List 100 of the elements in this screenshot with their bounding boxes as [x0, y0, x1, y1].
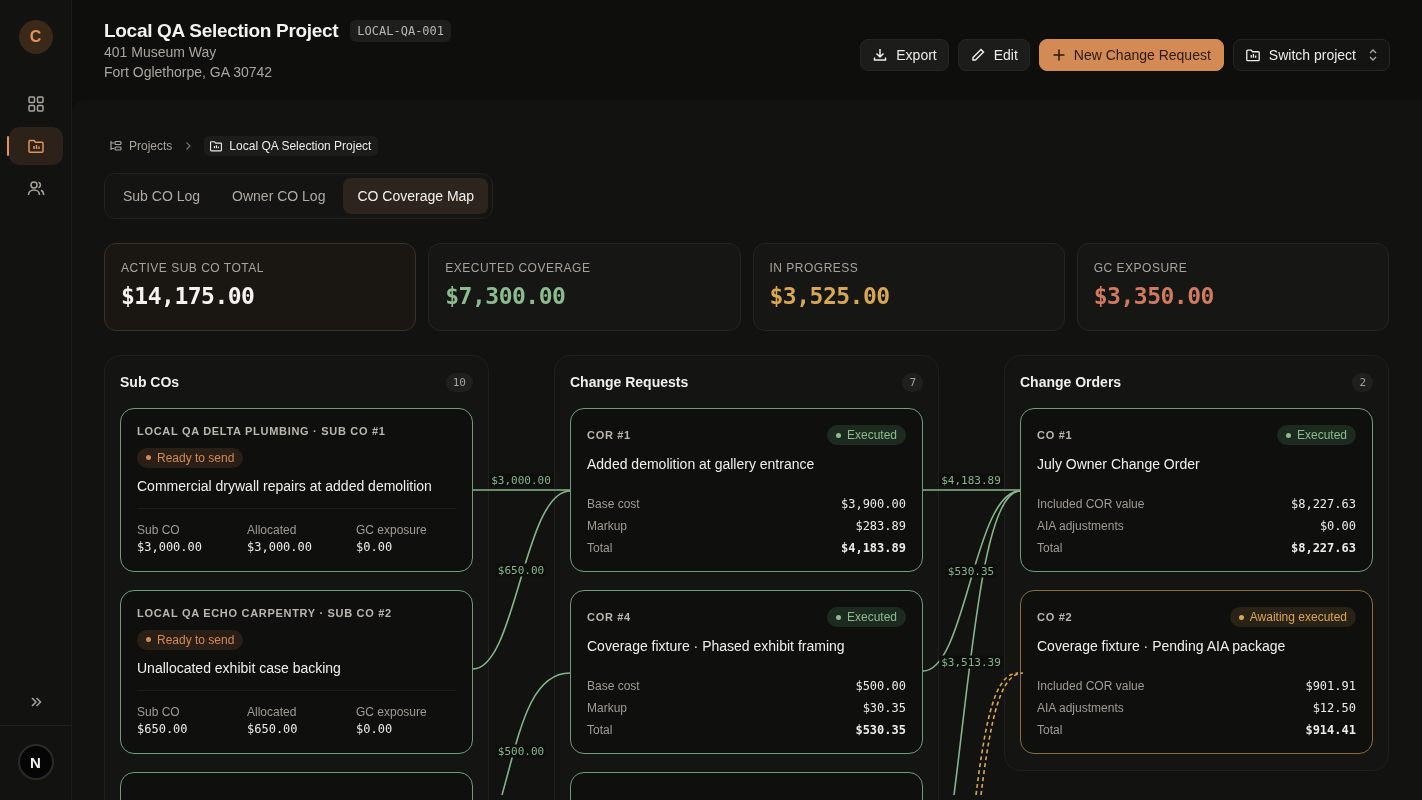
stat-value: $3,525.00 [769, 283, 891, 309]
figure-label: GC exposure [356, 522, 428, 537]
project-title: Local QA Selection Project [104, 20, 339, 42]
switch-project-button[interactable]: Switch project [1232, 39, 1390, 71]
figure-label: Sub CO [137, 704, 181, 719]
stat-label: EXECUTED COVERAGE [445, 261, 592, 275]
column-title: Change Requests [570, 374, 689, 390]
tab[interactable]: Owner CO Log [218, 178, 340, 214]
tab[interactable]: CO Coverage Map [343, 178, 489, 214]
tree-icon [109, 139, 123, 153]
amount-label: $4,183.89 [939, 473, 1003, 487]
figure-label: GC exposure [356, 704, 428, 719]
item-card[interactable]: LOCAL QA DELTA PLUMBING · SUB CO #1 Ready to send Commercial drywall repairs at added demolition Sub CO $3,000.00 Allocated $3,000.00 GC exposure $0.00 [120, 408, 473, 572]
status-badge: Executed [826, 607, 906, 627]
figure-value: $8,227.63 [1290, 497, 1356, 511]
card-title: Coverage fixture · Phased exhibit framing [587, 638, 846, 654]
figure-label: Base cost [587, 497, 640, 511]
figure-label: AIA adjustments [1037, 701, 1124, 715]
figure-value: $0.00 [356, 721, 394, 736]
item-card[interactable]: COR #1 Executed Added demolition at gallery entrance Base cost $3,900.00 Markup $283.89 Total $4,183.89 [570, 408, 923, 572]
folder-icon [209, 139, 224, 153]
plus-icon [1051, 48, 1066, 62]
nav-item[interactable] [8, 127, 63, 165]
figure-label: Allocated [247, 704, 298, 719]
figure-label: Total [587, 541, 613, 555]
figure-label: Base cost [587, 679, 640, 693]
card-heading: LOCAL QA ECHO CARPENTRY · SUB CO #2 [137, 607, 393, 619]
card-heading: COR #4 [587, 611, 631, 623]
stat-label: ACTIVE SUB CO TOTAL [121, 261, 265, 275]
stat-label: IN PROGRESS [769, 261, 860, 275]
folder-icon [1244, 47, 1261, 63]
amount-label: $500.00 [495, 744, 547, 758]
card-heading: CO #1 [1037, 429, 1073, 441]
figure-label: Markup [587, 701, 627, 715]
figure-label: Total [1037, 723, 1063, 737]
account-avatar[interactable]: C [18, 20, 53, 54]
edit-button[interactable]: Edit [957, 39, 1030, 71]
card-title: Added demolition at gallery entrance [587, 456, 816, 472]
status-badge: Ready to send [137, 447, 244, 468]
figure-value: $283.89 [855, 519, 906, 533]
status-badge: Executed [1276, 425, 1356, 445]
figure-value: $901.91 [1305, 679, 1356, 693]
figure-label: Markup [587, 519, 627, 533]
status-badge: Ready to send [137, 629, 244, 650]
figure-value: $650.00 [137, 721, 189, 736]
card-heading: LOCAL QA DELTA PLUMBING · SUB CO #1 [137, 425, 387, 437]
export-button[interactable]: Export [860, 39, 949, 71]
card-title: Commercial drywall repairs at added demolition [137, 477, 433, 494]
address-line: Fort Oglethorpe, GA 30742 [104, 63, 274, 82]
figure-value: $914.41 [1305, 723, 1356, 737]
column-title: Change Orders [1020, 374, 1122, 390]
item-card[interactable]: COR #4 Executed Coverage fixture · Phased exhibit framing Base cost $500.00 Markup $30.35 Total $530.35 [570, 590, 923, 754]
card-heading: CO #2 [1037, 611, 1073, 623]
item-card[interactable]: CO #2 Awaiting executed Coverage fixture · Pending AIA package Included COR value $901.91 AIA adjustments $12.50 Total $914.41 [1020, 590, 1373, 754]
status-badge: Awaiting executed [1229, 607, 1356, 627]
tab[interactable]: Sub CO Log [109, 178, 215, 214]
grid-icon [26, 95, 45, 113]
figure-value: $0.00 [356, 539, 394, 554]
count-badge: 2 [1352, 372, 1373, 392]
card-title: Coverage fixture · Pending AIA package [1037, 638, 1287, 654]
card-title: July Owner Change Order [1037, 456, 1201, 472]
stat-value: $14,175.00 [121, 283, 256, 309]
figure-label: Included COR value [1037, 497, 1145, 511]
figure-value: $3,000.00 [247, 539, 314, 554]
figure-label: Total [1037, 541, 1063, 555]
column-title: Sub COs [120, 374, 180, 390]
pencil-icon [969, 47, 986, 63]
breadcrumb-current: Local QA Selection Project [204, 136, 379, 156]
address-line: 401 Museum Way [104, 43, 218, 62]
figure-value: $30.35 [862, 701, 906, 715]
figure-value: $3,900.00 [840, 497, 906, 511]
figure-label: Sub CO [137, 522, 181, 537]
users-icon [26, 179, 45, 197]
figure-value: $650.00 [247, 721, 299, 736]
project-code: LOCAL-QA-001 [350, 20, 452, 42]
figure-value: $8,227.63 [1290, 541, 1356, 555]
amount-label: $530.35 [945, 564, 997, 578]
figure-label: Allocated [247, 522, 298, 537]
folder-icon [26, 137, 45, 155]
count-badge: 10 [445, 372, 473, 392]
download-icon [872, 47, 889, 63]
figure-value: $530.35 [855, 723, 906, 737]
new-change-request-button[interactable]: New Change Request [1038, 39, 1224, 71]
stat-value: $3,350.00 [1093, 283, 1215, 309]
figure-value: $500.00 [855, 679, 906, 693]
item-card[interactable]: CO #1 Executed July Owner Change Order Included COR value $8,227.63 AIA adjustments $0.00 Total $8,227.63 [1020, 408, 1373, 572]
status-badge: Executed [826, 425, 906, 445]
figure-label: Total [587, 723, 613, 737]
breadcrumb-link[interactable]: Projects [109, 139, 173, 153]
workspace-avatar[interactable]: N [17, 744, 54, 780]
figure-label: Included COR value [1037, 679, 1145, 693]
stat-value: $7,300.00 [445, 283, 567, 309]
card-heading: COR #1 [587, 429, 631, 441]
figure-value: $12.50 [1312, 701, 1356, 715]
item-card[interactable]: LOCAL QA ECHO CARPENTRY · SUB CO #2 Ready to send Unallocated exhibit case backing Sub CO $650.00 Allocated $650.00 GC exposure $0.00 [120, 590, 473, 754]
count-badge: 7 [902, 372, 923, 392]
active-indicator [7, 136, 9, 156]
amount-label: $650.00 [495, 563, 547, 577]
stat-label: GC EXPOSURE [1093, 261, 1189, 275]
figure-label: AIA adjustments [1037, 519, 1124, 533]
